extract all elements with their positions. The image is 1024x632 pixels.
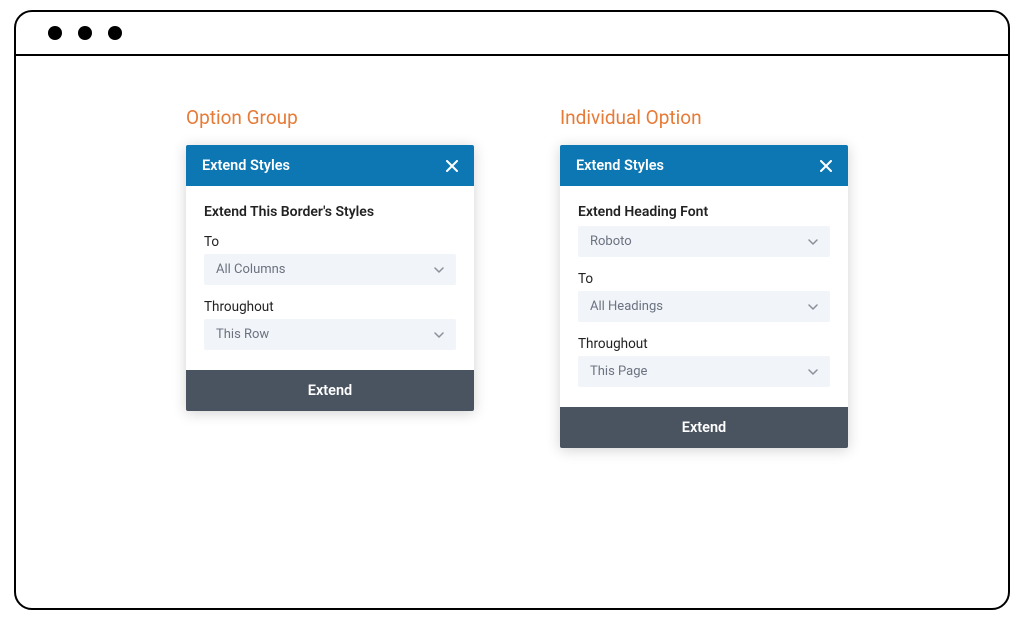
select-value: All Columns [216,262,286,277]
window-control-dot[interactable] [48,26,62,40]
card-header: Extend Styles [560,145,848,186]
card-body: Extend This Border's Styles To All Colum… [186,186,474,370]
throughout-select[interactable]: This Row [204,319,456,350]
chevron-down-icon [434,330,444,340]
column-title: Option Group [186,106,474,129]
select-value: This Row [216,327,269,342]
individual-option-column: Individual Option Extend Styles Extend H… [560,106,848,448]
to-select[interactable]: All Columns [204,254,456,285]
extend-button[interactable]: Extend [186,370,474,411]
card-title: Extend Styles [202,157,290,174]
select-value: This Page [590,364,647,379]
font-select[interactable]: Roboto [578,226,830,257]
column-title: Individual Option [560,106,848,129]
card-subtitle: Extend This Border's Styles [204,204,456,220]
field-label-to: To [578,271,830,287]
browser-window: Option Group Extend Styles Extend This B… [14,10,1010,610]
extend-styles-card: Extend Styles Extend This Border's Style… [186,145,474,411]
option-group-column: Option Group Extend Styles Extend This B… [186,106,474,448]
extend-button[interactable]: Extend [560,407,848,448]
card-subtitle: Extend Heading Font [578,204,830,220]
field-label-to: To [204,234,456,250]
close-icon[interactable] [446,160,458,172]
card-title: Extend Styles [576,157,664,174]
chevron-down-icon [808,302,818,312]
to-select[interactable]: All Headings [578,291,830,322]
select-value: Roboto [590,234,632,249]
chevron-down-icon [434,265,444,275]
throughout-select[interactable]: This Page [578,356,830,387]
window-titlebar [16,12,1008,56]
extend-styles-card: Extend Styles Extend Heading Font Roboto… [560,145,848,448]
content-area: Option Group Extend Styles Extend This B… [16,56,1008,498]
card-body: Extend Heading Font Roboto To All Headin… [560,186,848,407]
window-control-dot[interactable] [78,26,92,40]
card-header: Extend Styles [186,145,474,186]
chevron-down-icon [808,237,818,247]
select-value: All Headings [590,299,663,314]
window-control-dot[interactable] [108,26,122,40]
chevron-down-icon [808,367,818,377]
field-label-throughout: Throughout [204,299,456,315]
field-label-throughout: Throughout [578,336,830,352]
close-icon[interactable] [820,160,832,172]
